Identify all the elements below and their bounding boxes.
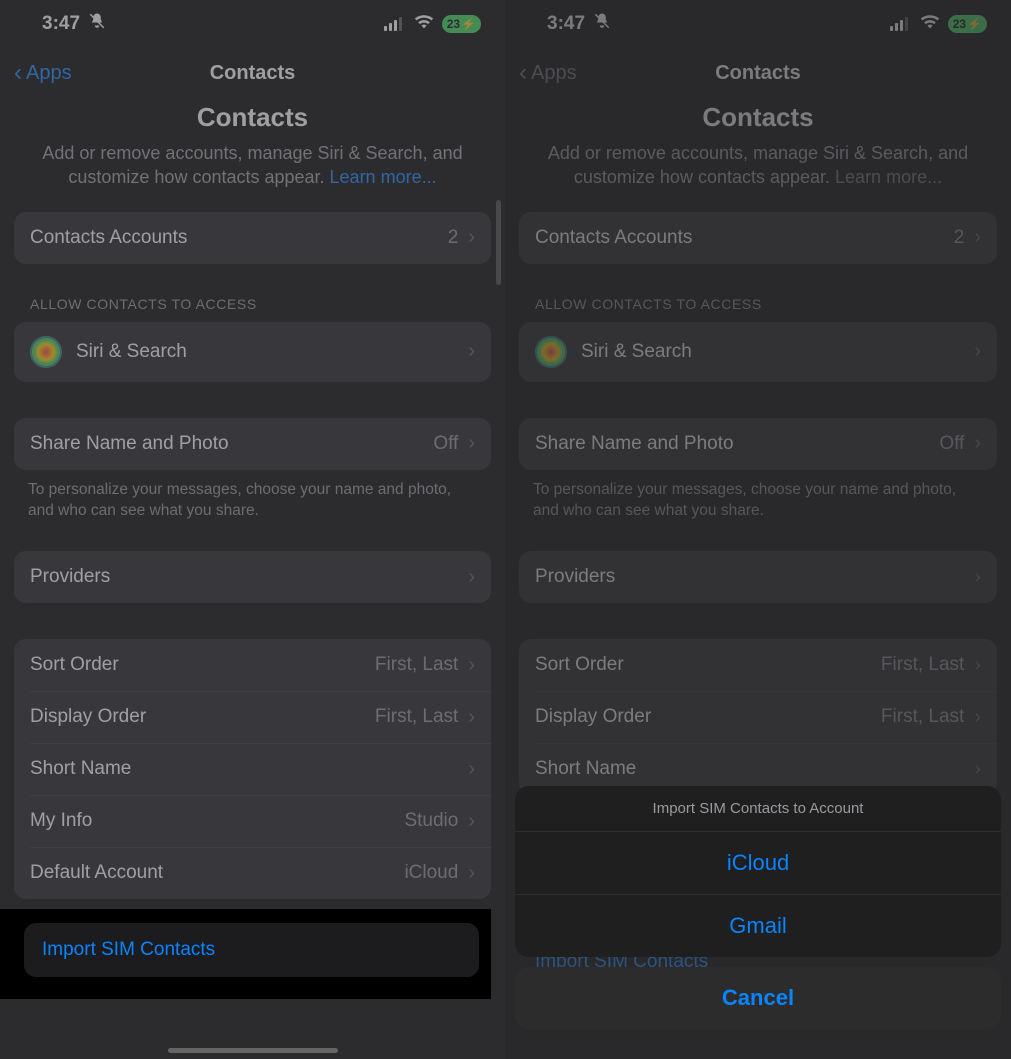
nav-bar: ‹ Apps Contacts xyxy=(0,40,505,98)
chevron-right-icon: › xyxy=(468,432,475,455)
chevron-right-icon: › xyxy=(974,758,981,781)
action-sheet: Import SIM Contacts to Account iCloud Gm… xyxy=(515,786,1001,1029)
siri-icon xyxy=(535,336,567,368)
cellular-signal-icon xyxy=(890,17,912,31)
chevron-right-icon: › xyxy=(974,654,981,677)
chevron-right-icon: › xyxy=(974,566,981,589)
screenshot-right: 3:47 23⚡ ‹ App xyxy=(505,0,1011,1059)
page-description: Add or remove accounts, manage Siri & Se… xyxy=(505,133,1011,190)
wifi-icon xyxy=(414,13,434,35)
cellular-signal-icon xyxy=(384,17,406,31)
group-siri: Siri & Search › xyxy=(14,322,491,382)
page-title: Contacts xyxy=(505,102,1011,133)
status-time: 3:47 xyxy=(42,13,80,35)
page-description: Add or remove accounts, manage Siri & Se… xyxy=(0,133,505,190)
siri-icon xyxy=(30,336,62,368)
chevron-right-icon: › xyxy=(468,810,475,833)
scroll-indicator xyxy=(496,200,501,285)
nav-title: Contacts xyxy=(0,62,505,85)
section-header-allow: ALLOW CONTACTS TO ACCESS xyxy=(505,264,1011,312)
row-my-info[interactable]: My Info Studio › xyxy=(14,795,491,847)
status-bar: 3:47 23⚡ xyxy=(0,0,505,40)
battery-indicator: 23⚡ xyxy=(442,15,481,33)
group-providers: Providers › xyxy=(14,551,491,603)
chevron-right-icon: › xyxy=(468,566,475,589)
group-display-options: Sort Order First, Last › Display Order F… xyxy=(14,639,491,899)
row-short-name[interactable]: Short Name › xyxy=(14,743,491,795)
action-sheet-title: Import SIM Contacts to Account xyxy=(515,786,1001,832)
highlight-strip: Import SIM Contacts xyxy=(0,909,491,999)
share-footer-text: To personalize your messages, choose you… xyxy=(505,470,1011,522)
row-providers[interactable]: Providers › xyxy=(519,551,997,603)
row-display-order[interactable]: Display Order First, Last › xyxy=(14,691,491,743)
bell-slash-icon xyxy=(88,12,106,36)
row-siri-search[interactable]: Siri & Search › xyxy=(14,322,491,382)
action-sheet-cancel[interactable]: Cancel xyxy=(515,967,1001,1029)
chevron-right-icon: › xyxy=(974,706,981,729)
section-header-allow: ALLOW CONTACTS TO ACCESS xyxy=(0,264,505,312)
action-sheet-options: Import SIM Contacts to Account iCloud Gm… xyxy=(515,786,1001,957)
nav-bar: ‹ Apps Contacts xyxy=(505,40,1011,98)
home-indicator xyxy=(168,1048,338,1053)
row-display-order[interactable]: Display Order First, Last › xyxy=(519,691,997,743)
chevron-right-icon: › xyxy=(468,654,475,677)
page-title: Contacts xyxy=(0,102,505,133)
row-import-sim-contacts[interactable]: Import SIM Contacts xyxy=(24,923,479,977)
group-accounts: Contacts Accounts 2 › xyxy=(14,212,491,264)
group-import-sim: Import SIM Contacts xyxy=(24,923,479,977)
row-contacts-accounts[interactable]: Contacts Accounts 2 › xyxy=(14,212,491,264)
chevron-right-icon: › xyxy=(468,340,475,363)
bell-slash-icon xyxy=(593,12,611,36)
row-sort-order[interactable]: Sort Order First, Last › xyxy=(14,639,491,691)
action-sheet-option-icloud[interactable]: iCloud xyxy=(515,832,1001,894)
status-bar: 3:47 23⚡ xyxy=(505,0,1011,40)
chevron-right-icon: › xyxy=(468,758,475,781)
chevron-right-icon: › xyxy=(468,226,475,249)
group-providers: Providers › xyxy=(519,551,997,603)
group-display-options: Sort Order First, Last › Display Order F… xyxy=(519,639,997,795)
chevron-right-icon: › xyxy=(974,340,981,363)
row-providers[interactable]: Providers › xyxy=(14,551,491,603)
group-siri: Siri & Search › xyxy=(519,322,997,382)
row-share-name-photo[interactable]: Share Name and Photo Off › xyxy=(519,418,997,470)
action-sheet-option-gmail[interactable]: Gmail xyxy=(515,894,1001,957)
chevron-right-icon: › xyxy=(468,862,475,885)
learn-more-link[interactable]: Learn more... xyxy=(835,167,942,187)
row-sort-order[interactable]: Sort Order First, Last › xyxy=(519,639,997,691)
row-siri-search[interactable]: Siri & Search › xyxy=(519,322,997,382)
chevron-right-icon: › xyxy=(974,432,981,455)
group-accounts: Contacts Accounts 2 › xyxy=(519,212,997,264)
group-share: Share Name and Photo Off › xyxy=(14,418,491,470)
screenshot-left: 3:47 23⚡ ‹ xyxy=(0,0,505,1059)
group-share: Share Name and Photo Off › xyxy=(519,418,997,470)
row-default-account[interactable]: Default Account iCloud › xyxy=(14,847,491,899)
chevron-right-icon: › xyxy=(468,706,475,729)
chevron-right-icon: › xyxy=(974,226,981,249)
wifi-icon xyxy=(920,13,940,35)
nav-title: Contacts xyxy=(505,62,1011,85)
row-share-name-photo[interactable]: Share Name and Photo Off › xyxy=(14,418,491,470)
battery-indicator: 23⚡ xyxy=(948,15,987,33)
share-footer-text: To personalize your messages, choose you… xyxy=(0,470,505,522)
row-contacts-accounts[interactable]: Contacts Accounts 2 › xyxy=(519,212,997,264)
status-time: 3:47 xyxy=(547,13,585,35)
learn-more-link[interactable]: Learn more... xyxy=(330,167,437,187)
